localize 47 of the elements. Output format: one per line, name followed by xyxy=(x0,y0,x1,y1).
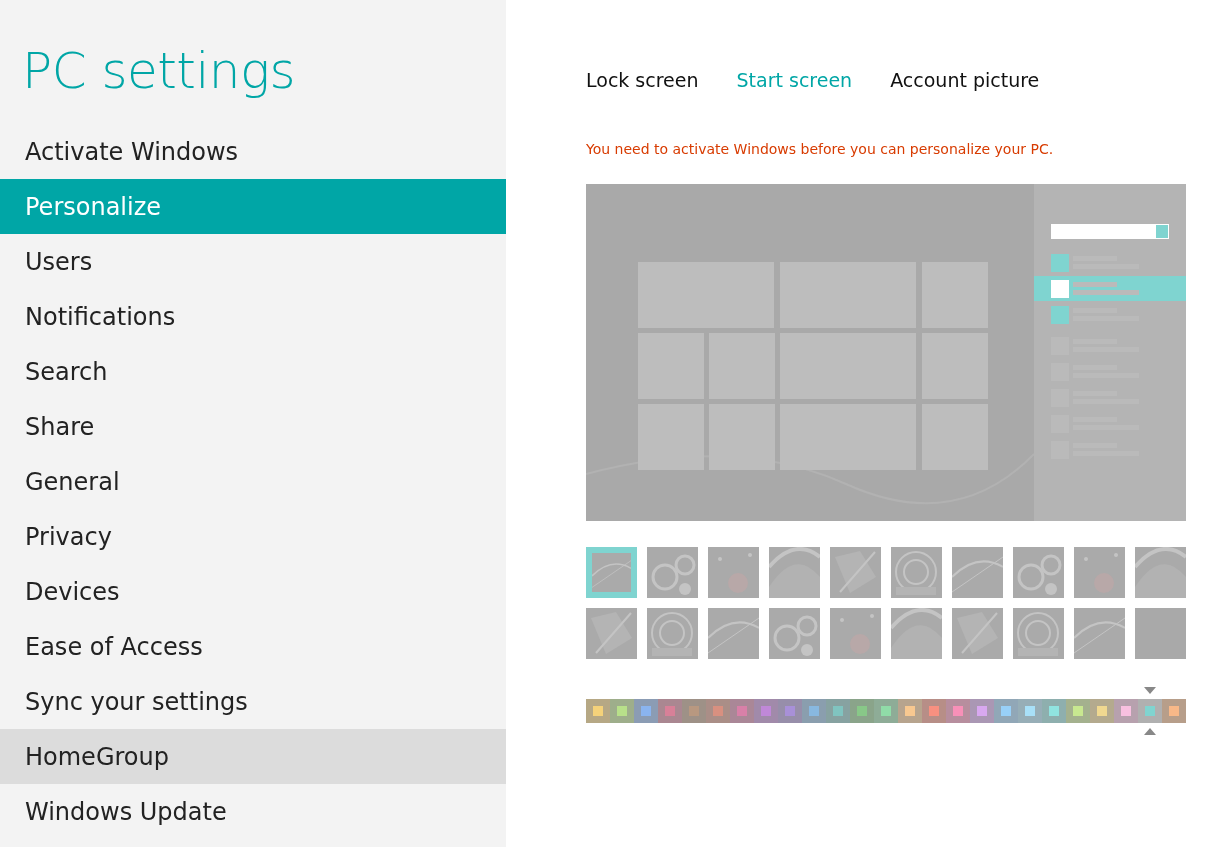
color-swatch[interactable] xyxy=(874,699,898,723)
tab[interactable]: Lock screen xyxy=(586,69,699,91)
sidebar-item[interactable]: Devices xyxy=(0,564,506,619)
pattern-tile[interactable] xyxy=(1135,547,1186,598)
color-swatch[interactable] xyxy=(778,699,802,723)
caret-icon xyxy=(1144,687,1156,694)
color-swatch[interactable] xyxy=(898,699,922,723)
color-swatch[interactable] xyxy=(826,699,850,723)
color-swatch[interactable] xyxy=(706,699,730,723)
page-title: PC settings xyxy=(21,41,297,102)
sidebar-item[interactable]: Windows Update xyxy=(0,784,506,839)
color-swatch[interactable] xyxy=(586,699,610,723)
sidebar-item[interactable]: Notifications xyxy=(0,289,506,344)
color-swatch[interactable] xyxy=(610,699,634,723)
sidebar-item[interactable]: Privacy xyxy=(0,509,506,564)
color-swatch[interactable] xyxy=(1042,699,1066,723)
color-swatch[interactable] xyxy=(1066,699,1090,723)
color-swatch[interactable] xyxy=(970,699,994,723)
color-swatch[interactable] xyxy=(802,699,826,723)
sidebar-item[interactable]: HomeGroup xyxy=(0,729,506,784)
sidebar-item[interactable]: Sync your settings xyxy=(0,674,506,729)
color-swatch[interactable] xyxy=(1162,699,1186,723)
caret-icon xyxy=(1144,728,1156,735)
pattern-tile[interactable] xyxy=(769,547,820,598)
color-swatch[interactable] xyxy=(1090,699,1114,723)
color-swatch[interactable] xyxy=(850,699,874,723)
color-swatch[interactable] xyxy=(634,699,658,723)
sidebar-item[interactable]: General xyxy=(0,454,506,509)
color-swatch[interactable] xyxy=(658,699,682,723)
sidebar-item[interactable]: Search xyxy=(0,344,506,399)
color-swatch[interactable] xyxy=(1018,699,1042,723)
warning-message: You need to activate Windows before you can personalize your PC. xyxy=(586,141,1055,157)
sidebar-item[interactable]: Ease of Access xyxy=(0,619,506,674)
sidebar-item[interactable]: Share xyxy=(0,399,506,454)
color-swatch[interactable] xyxy=(754,699,778,723)
pattern-tile[interactable] xyxy=(586,547,637,598)
sidebar-item[interactable]: Users xyxy=(0,234,506,289)
pattern-tile[interactable] xyxy=(1135,608,1186,659)
color-swatch[interactable] xyxy=(1114,699,1138,723)
color-swatch[interactable] xyxy=(922,699,946,723)
color-swatch[interactable] xyxy=(730,699,754,723)
pattern-tile[interactable] xyxy=(891,608,942,659)
tab[interactable]: Account picture xyxy=(890,69,1040,91)
color-swatch[interactable] xyxy=(994,699,1018,723)
color-swatch[interactable] xyxy=(946,699,970,723)
color-swatch[interactable] xyxy=(682,699,706,723)
sidebar-item[interactable]: Activate Windows xyxy=(0,124,506,179)
